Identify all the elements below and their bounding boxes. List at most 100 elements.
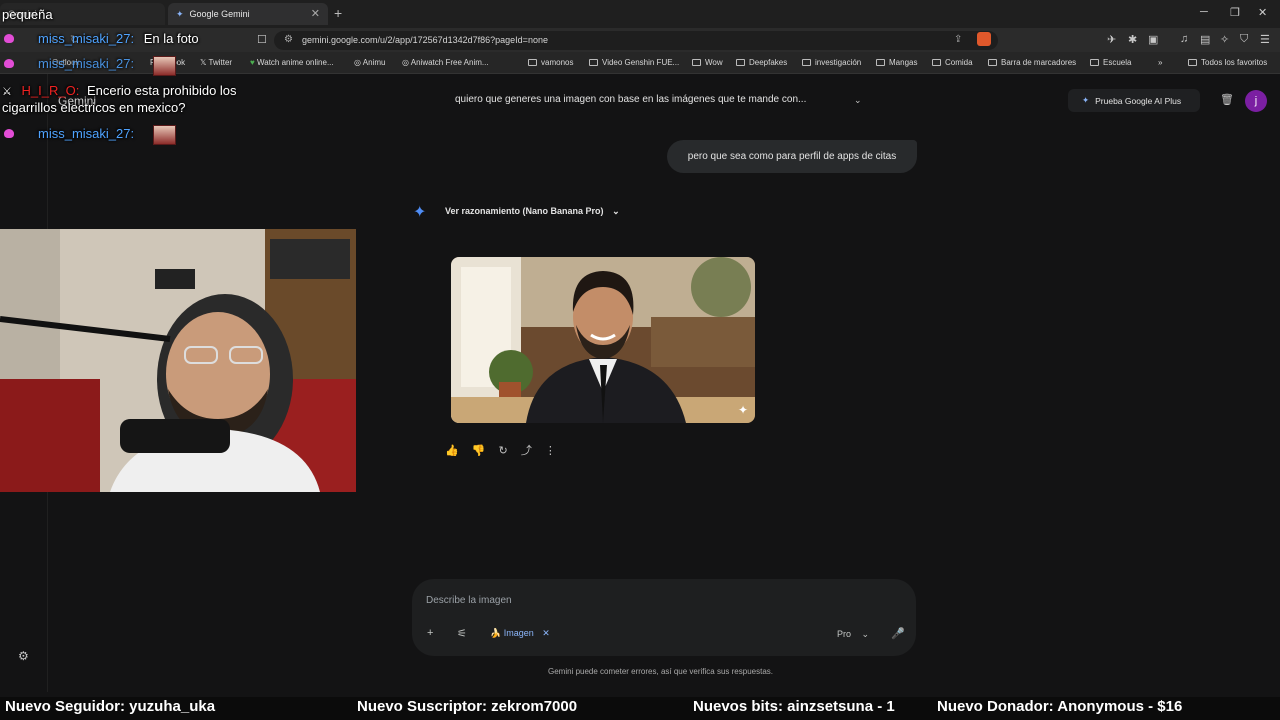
tab-google-gemini[interactable]: ✦ Google Gemini ✕ bbox=[168, 3, 328, 25]
generated-portrait-image: ✦ bbox=[451, 257, 755, 423]
webcam-feed bbox=[0, 229, 356, 492]
chat-line: miss_misaki_27: bbox=[38, 126, 134, 141]
folder-icon bbox=[932, 59, 941, 66]
bookmark-folder[interactable]: Mangas bbox=[876, 58, 917, 67]
close-icon[interactable]: ✕ bbox=[542, 628, 550, 638]
upgrade-button[interactable]: ✦ Prueba Google AI Plus bbox=[1068, 89, 1200, 112]
generated-image[interactable]: ✦ bbox=[451, 257, 755, 423]
chat-line: miss_misaki_27: En la foto bbox=[38, 31, 199, 46]
heart-icon: ♥ bbox=[250, 58, 257, 67]
maximize-icon[interactable]: ❐ bbox=[1230, 6, 1240, 19]
close-tab-icon[interactable]: ✕ bbox=[311, 7, 320, 20]
svg-text:✦: ✦ bbox=[738, 403, 748, 417]
bookmark-item[interactable]: 𝕏 Twitter bbox=[200, 58, 232, 67]
add-icon[interactable]: + bbox=[427, 627, 433, 639]
disclaimer: Gemini puede cometer errores, así que ve… bbox=[548, 667, 773, 676]
bookmark-icon[interactable]: ☐ bbox=[257, 33, 267, 46]
show-reasoning-button[interactable]: Ver razonamiento (Nano Banana Pro) ⌄ bbox=[445, 206, 620, 217]
new-tab-icon[interactable]: + bbox=[334, 5, 342, 21]
share-icon[interactable]: ⤴ bbox=[521, 445, 532, 457]
folder-icon bbox=[736, 59, 745, 66]
model-label: Pro bbox=[837, 629, 852, 639]
gemini-star-icon: ✦ bbox=[413, 204, 427, 221]
chevron-down-icon[interactable]: ⌄ bbox=[854, 95, 862, 106]
ticker-subscriber: Nuevo Suscriptor: zekrom7000 bbox=[357, 698, 578, 715]
tool-chip[interactable]: 🍌 Imagen ✕ bbox=[490, 628, 550, 639]
menu-icon[interactable]: ☰ bbox=[1260, 33, 1270, 46]
site-info-icon[interactable]: ⚙ bbox=[284, 34, 293, 45]
conversation-title[interactable]: quiero que generes una imagen con base e… bbox=[455, 94, 806, 105]
ticker-bits: Nuevos bits: ainzsetsuna - 1 bbox=[693, 698, 895, 715]
bookmark-folder[interactable]: vamonos bbox=[528, 58, 573, 67]
more-bookmarks-icon[interactable]: » bbox=[1158, 58, 1162, 67]
chat-username: H_I_R_O: bbox=[21, 83, 80, 98]
chat-username: miss_misaki_27: bbox=[38, 56, 135, 71]
prompt-input[interactable] bbox=[426, 593, 726, 607]
gemini-favicon-icon: ✦ bbox=[176, 8, 184, 19]
reasoning-label: Ver razonamiento (Nano Banana Pro) bbox=[445, 206, 604, 216]
chevron-down-icon: ⌄ bbox=[612, 206, 620, 216]
model-selector[interactable]: Pro ⌄ bbox=[837, 629, 869, 640]
sub-badge-icon bbox=[4, 34, 14, 43]
ticker-follower: Nuevo Seguidor: yuzuha_uka bbox=[5, 698, 216, 715]
microphone-icon[interactable]: 🎤 bbox=[891, 627, 905, 640]
leo-icon[interactable]: ✈ bbox=[1107, 33, 1116, 46]
chat-text: Encerio esta prohibido los bbox=[86, 83, 237, 98]
user-message: pero que sea como para perfil de apps de… bbox=[667, 140, 917, 173]
chat-line: cigarrillos electricos en mexico? bbox=[2, 100, 186, 115]
bookmark-folder[interactable]: Deepfakes bbox=[736, 58, 787, 67]
delete-icon[interactable]: 🗑 bbox=[1220, 93, 1234, 106]
prompt-composer: + ⚟ 🍌 Imagen ✕ Pro ⌄ 🎤 bbox=[412, 579, 916, 656]
chat-emote bbox=[153, 125, 176, 145]
globe-icon: ◎ bbox=[354, 58, 363, 67]
bookmark-folder[interactable]: Video Genshin FUE... bbox=[589, 58, 679, 67]
wallet-icon[interactable]: ▤ bbox=[1200, 33, 1210, 46]
regenerate-icon[interactable]: ↻ bbox=[499, 445, 508, 457]
bookmark-folder[interactable]: Todos los favoritos bbox=[1188, 58, 1267, 67]
bookmark-folder[interactable]: Comida bbox=[932, 58, 973, 67]
folder-icon bbox=[1090, 59, 1099, 66]
response-actions: 👍 👎 ↻ ⤴ ⋮ bbox=[445, 442, 566, 458]
bookmark-item[interactable]: ◎ Animu bbox=[354, 58, 385, 67]
stream-ticker: Nuevo Seguidor: yuzuha_uka Nuevo Suscrip… bbox=[0, 697, 1280, 720]
minimize-icon[interactable]: ─ bbox=[1200, 6, 1208, 18]
chat-line: miss_misaki_27: bbox=[38, 56, 134, 71]
bookmark-item[interactable]: ◎ Aniwatch Free Anim... bbox=[402, 58, 489, 67]
thumbs-down-icon[interactable]: 👎 bbox=[472, 445, 486, 457]
chat-text: En la foto bbox=[143, 31, 199, 46]
sidebar-toggle-icon[interactable]: ▣ bbox=[1148, 33, 1158, 46]
tab-bar: Gemini ✦ Google Gemini ✕ + ─ ❐ ✕ bbox=[0, 0, 1280, 28]
tools-icon[interactable]: ⚟ bbox=[457, 627, 467, 640]
settings-icon[interactable]: ⚙ bbox=[18, 649, 29, 663]
ai-icon[interactable]: ✧ bbox=[1220, 33, 1229, 46]
extensions-icon[interactable]: ✱ bbox=[1128, 33, 1137, 46]
sparkle-icon: ✦ bbox=[1082, 95, 1090, 105]
folder-icon bbox=[802, 59, 811, 66]
folder-icon bbox=[876, 59, 885, 66]
chat-line: pequeña bbox=[2, 7, 53, 22]
globe-icon: ◎ bbox=[402, 58, 411, 67]
omnibox[interactable]: ⚙ gemini.google.com/u/2/app/172567d1342d… bbox=[274, 31, 998, 50]
sub-badge-icon bbox=[4, 59, 14, 68]
tab-label: Google Gemini bbox=[189, 9, 250, 19]
upgrade-label: Prueba Google AI Plus bbox=[1095, 95, 1182, 106]
tool-chip-label: Imagen bbox=[503, 628, 534, 638]
bookmark-item[interactable]: ♥ Watch anime online... bbox=[250, 58, 334, 67]
more-options-icon[interactable]: ⋮ bbox=[545, 445, 556, 457]
bookmarks-bar: Outlook Facebook 𝕏 Twitter ♥ Watch anime… bbox=[0, 52, 1280, 74]
share-icon[interactable]: ⇪ bbox=[954, 34, 962, 45]
bookmark-folder[interactable]: Wow bbox=[692, 58, 723, 67]
url-text: gemini.google.com/u/2/app/172567d1342d7f… bbox=[302, 35, 548, 45]
bookmark-folder[interactable]: Barra de marcadores bbox=[988, 58, 1076, 67]
moderator-icon: ⚔ bbox=[2, 86, 12, 98]
brave-shield-icon[interactable] bbox=[977, 32, 991, 46]
bookmark-folder[interactable]: Escuela bbox=[1090, 58, 1131, 67]
bookmark-folder[interactable]: investigación bbox=[802, 58, 861, 67]
thumbs-up-icon[interactable]: 👍 bbox=[445, 445, 459, 457]
vpn-icon[interactable]: ⛉ bbox=[1240, 33, 1248, 46]
chat-text: pequeña bbox=[2, 7, 53, 22]
sub-badge-icon bbox=[4, 129, 14, 138]
avatar[interactable]: j bbox=[1245, 90, 1267, 112]
close-window-icon[interactable]: ✕ bbox=[1258, 6, 1267, 19]
media-icon[interactable]: ♫ bbox=[1180, 33, 1188, 45]
